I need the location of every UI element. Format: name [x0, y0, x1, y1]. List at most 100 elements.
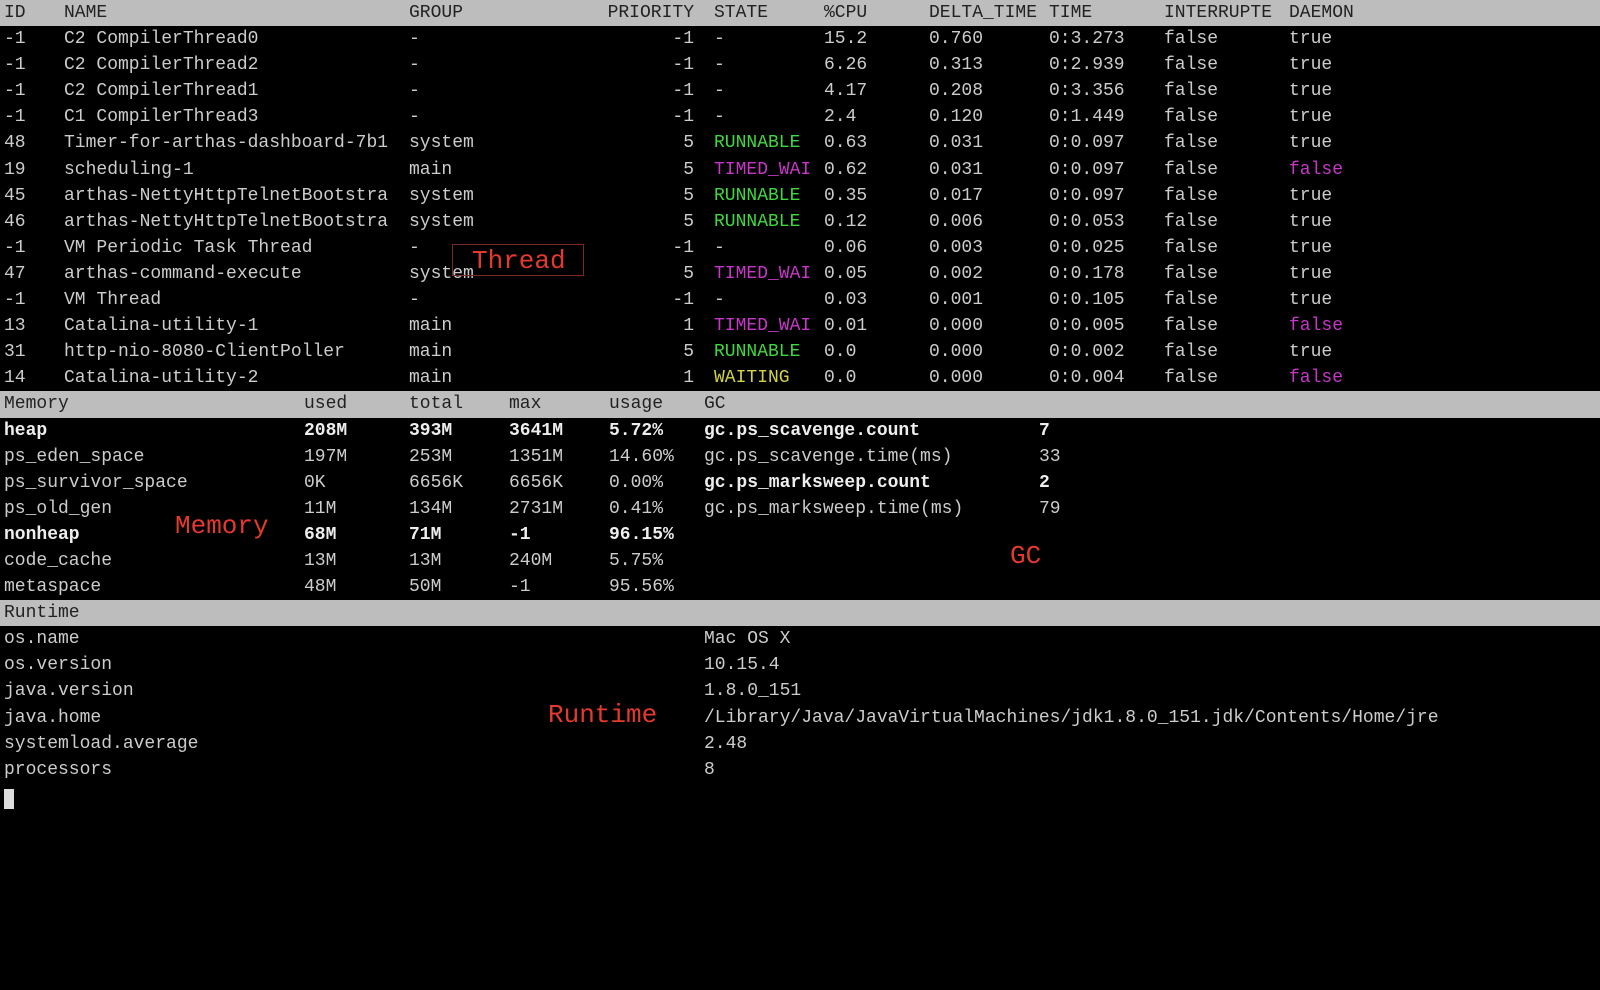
cell-group: -: [409, 287, 584, 313]
cell-state: RUNNABLE: [714, 130, 824, 156]
cell-delta: 0.208: [929, 78, 1049, 104]
mem-used: 0K: [304, 470, 409, 496]
rt-val: /Library/Java/JavaVirtualMachines/jdk1.8…: [704, 705, 1596, 731]
cell-state: WAITING: [714, 365, 824, 391]
thread-row: -1C1 CompilerThread3--1-2.40.1200:1.449f…: [0, 104, 1600, 130]
gc-name: [704, 548, 1039, 574]
cell-interrupted: false: [1164, 52, 1289, 78]
cell-interrupted: false: [1164, 313, 1289, 339]
hdr-gc: GC: [704, 391, 1039, 417]
cell-daemon: false: [1289, 157, 1379, 183]
cell-cpu: 0.0: [824, 339, 929, 365]
cell-delta: 0.120: [929, 104, 1049, 130]
gc-val: [1039, 522, 1596, 548]
cell-priority: -1: [584, 235, 714, 261]
cell-daemon: true: [1289, 339, 1379, 365]
cell-priority: 5: [584, 157, 714, 183]
cell-daemon: true: [1289, 104, 1379, 130]
thread-row: 45arthas-NettyHttpTelnetBootstrasystem5R…: [0, 183, 1600, 209]
rt-val: 2.48: [704, 731, 1596, 757]
mem-used: 208M: [304, 418, 409, 444]
runtime-row: java.home/Library/Java/JavaVirtualMachin…: [0, 705, 1600, 731]
mem-usage: 5.75%: [609, 548, 704, 574]
rt-val: 1.8.0_151: [704, 678, 1596, 704]
cell-daemon: false: [1289, 313, 1379, 339]
cell-state: -: [714, 26, 824, 52]
thread-row: 48Timer-for-arthas-dashboard-7b1system5R…: [0, 130, 1600, 156]
cell-time: 0:0.097: [1049, 157, 1164, 183]
mem-usage: 0.00%: [609, 470, 704, 496]
gc-val: 79: [1039, 496, 1596, 522]
thread-row: -1VM Periodic Task Thread--1-0.060.0030:…: [0, 235, 1600, 261]
rt-key: processors: [4, 757, 704, 783]
gc-name: gc.ps_marksweep.time(ms): [704, 496, 1039, 522]
thread-row: 14Catalina-utility-2main1WAITING0.00.000…: [0, 365, 1600, 391]
memory-row: metaspace48M50M-195.56%: [0, 574, 1600, 600]
gc-val: 33: [1039, 444, 1596, 470]
cell-name: C2 CompilerThread0: [64, 26, 409, 52]
hdr-time: TIME: [1049, 0, 1164, 26]
mem-max: -1: [509, 522, 609, 548]
cell-id: -1: [4, 78, 64, 104]
cell-group: system: [409, 209, 584, 235]
cell-interrupted: false: [1164, 235, 1289, 261]
cell-interrupted: false: [1164, 130, 1289, 156]
cell-id: 14: [4, 365, 64, 391]
hdr-used: used: [304, 391, 409, 417]
runtime-row: processors8: [0, 757, 1600, 783]
cell-id: -1: [4, 104, 64, 130]
mem-name: heap: [4, 418, 304, 444]
cell-time: 0:0.097: [1049, 130, 1164, 156]
cell-group: -: [409, 52, 584, 78]
hdr-group: GROUP: [409, 0, 584, 26]
mem-max: 3641M: [509, 418, 609, 444]
cell-id: 19: [4, 157, 64, 183]
cell-time: 0:0.097: [1049, 183, 1164, 209]
thread-row: -1C2 CompilerThread2--1-6.260.3130:2.939…: [0, 52, 1600, 78]
cell-daemon: true: [1289, 287, 1379, 313]
gc-val: 7: [1039, 418, 1596, 444]
rt-val: 10.15.4: [704, 652, 1596, 678]
mem-max: 240M: [509, 548, 609, 574]
cell-daemon: true: [1289, 78, 1379, 104]
cell-name: arthas-NettyHttpTelnetBootstra: [64, 209, 409, 235]
cell-priority: -1: [584, 26, 714, 52]
thread-row: 46arthas-NettyHttpTelnetBootstrasystem5R…: [0, 209, 1600, 235]
cell-delta: 0.002: [929, 261, 1049, 287]
cell-priority: -1: [584, 52, 714, 78]
mem-used: 68M: [304, 522, 409, 548]
cell-time: 0:3.273: [1049, 26, 1164, 52]
cell-id: 45: [4, 183, 64, 209]
mem-name: nonheap: [4, 522, 304, 548]
cell-group: system: [409, 130, 584, 156]
hdr-usage: usage: [609, 391, 704, 417]
mem-usage: 5.72%: [609, 418, 704, 444]
cell-id: 13: [4, 313, 64, 339]
cell-priority: 5: [584, 130, 714, 156]
gc-name: [704, 574, 1039, 600]
cell-delta: 0.760: [929, 26, 1049, 52]
cell-priority: 5: [584, 261, 714, 287]
hdr-state: STATE: [714, 0, 824, 26]
mem-name: ps_survivor_space: [4, 470, 304, 496]
cell-name: C1 CompilerThread3: [64, 104, 409, 130]
cell-name: Catalina-utility-1: [64, 313, 409, 339]
memory-header: Memory used total max usage GC: [0, 391, 1600, 417]
mem-used: 48M: [304, 574, 409, 600]
cell-priority: 5: [584, 339, 714, 365]
cell-time: 0:0.178: [1049, 261, 1164, 287]
cell-name: http-nio-8080-ClientPoller: [64, 339, 409, 365]
cell-cpu: 0.01: [824, 313, 929, 339]
mem-total: 253M: [409, 444, 509, 470]
cell-name: C2 CompilerThread1: [64, 78, 409, 104]
cell-group: -: [409, 78, 584, 104]
cell-name: Catalina-utility-2: [64, 365, 409, 391]
cursor-block: [4, 789, 14, 809]
cell-delta: 0.003: [929, 235, 1049, 261]
memory-row: nonheap68M71M-196.15%: [0, 522, 1600, 548]
cell-state: -: [714, 287, 824, 313]
hdr-name: NAME: [64, 0, 409, 26]
cell-delta: 0.006: [929, 209, 1049, 235]
cell-time: 0:0.025: [1049, 235, 1164, 261]
gc-val: 2: [1039, 470, 1596, 496]
